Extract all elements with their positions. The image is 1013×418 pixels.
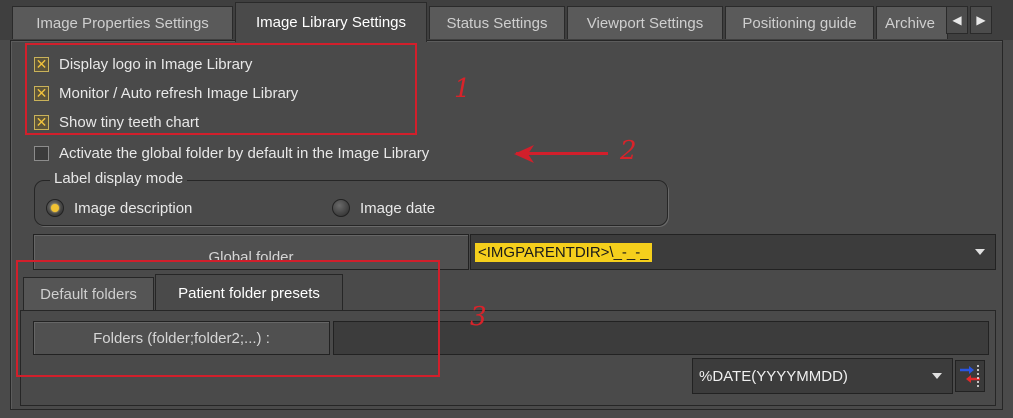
chevron-down-icon [975,249,985,255]
annotation-box-3 [16,260,440,377]
label-display-mode-title: Label display mode [50,170,188,187]
arrow-left-icon [514,145,534,163]
tab-scroll-left-button[interactable]: ◀ [946,6,968,34]
folder-macro-value: %DATE(YYYYMMDD) [699,367,848,385]
checkbox-unchecked-icon [34,145,49,161]
tab-label: Positioning guide [742,14,857,32]
radio-label: Image description [74,199,193,217]
tab-viewport-settings[interactable]: Viewport Settings [567,6,723,39]
triangle-right-icon: ▶ [976,13,986,27]
annotation-number-1: 1 [454,74,471,104]
tab-label: Image Properties Settings [36,14,209,32]
checkbox-label: Activate the global folder by default in… [59,144,430,162]
tab-image-properties-settings[interactable]: Image Properties Settings [12,6,233,39]
tab-status-settings[interactable]: Status Settings [429,6,565,39]
global-folder-value: <IMGPARENTDIR>\_-_-_ [475,242,652,262]
radio-image-description[interactable]: Image description [46,197,192,219]
checkbox-activate-global-folder[interactable]: Activate the global folder by default in… [34,142,429,164]
tab-label: Image Library Settings [255,14,407,31]
tab-scroll-right-button[interactable]: ▶ [970,6,992,34]
radio-label: Image date [360,199,436,217]
tab-image-library-settings[interactable]: Image Library Settings [235,2,427,42]
tab-label: Archive [885,14,936,32]
annotation-number-2: 2 [620,136,637,166]
global-folder-dropdown[interactable]: <IMGPARENTDIR>\_-_-_ [470,234,996,270]
tab-label: Viewport Settings [586,14,704,32]
annotation-box-1 [25,43,417,135]
insert-macro-icon [960,365,980,387]
radio-image-date[interactable]: Image date [332,197,435,219]
radio-unselected-icon [332,199,350,217]
tab-archive[interactable]: Archive [876,6,948,39]
radio-selected-icon [46,199,64,217]
insert-macro-button[interactable] [955,360,985,392]
annotation-number-3: 3 [470,302,487,332]
triangle-left-icon: ◀ [952,13,962,27]
chevron-down-icon [932,373,942,379]
tab-positioning-guide[interactable]: Positioning guide [725,6,874,39]
folder-macro-dropdown[interactable]: %DATE(YYYYMMDD) [692,358,953,394]
tab-label: Status Settings [446,14,548,32]
